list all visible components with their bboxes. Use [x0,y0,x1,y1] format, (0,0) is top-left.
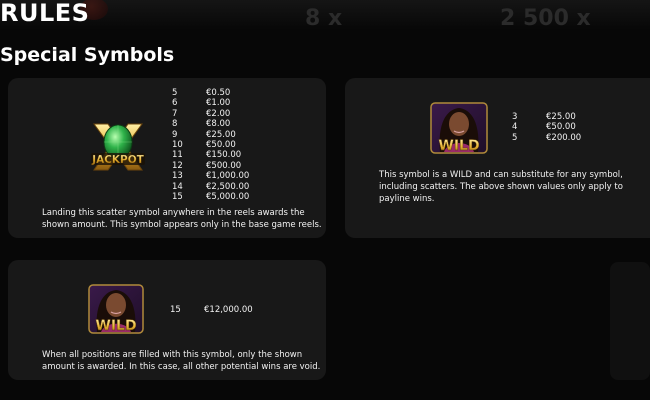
paytable-count: 15 [170,305,181,315]
paytable-value: €50.00 [546,122,576,133]
symbol-card-wild-full: WILD 15 €12,000.00 When all positions are… [8,260,326,380]
background-multiplier-1: 8 x [305,6,343,31]
paytable-jackpot: 5 €0.50 6 €1.00 7 €2.00 8 €8.00 9 €25.00 10 €5… [172,88,249,202]
paytable-row: 11 €150.00 [172,150,249,160]
paytable-row: 13 €1,000.00 [172,171,249,181]
paytable-count: 4 [512,122,518,133]
paytable-value: €500.00 [206,160,242,171]
paytable-row: 5 €200.00 [512,133,581,143]
paytable-count: 12 [172,160,183,171]
paytable-count: 7 [172,108,178,119]
paytable-count: 13 [172,171,183,182]
paytable-value: €25.00 [206,129,236,140]
paytable-count: 3 [512,112,518,122]
paytable-row: 15 €5,000.00 [172,192,249,202]
symbol-card-wild: WILD 3 €25.00 4 €50.00 5 €200.00 This symbo… [345,78,650,238]
paytable-row: 8 €8.00 [172,119,249,129]
paytable-value: €50.00 [206,140,236,151]
paytable-row: 15 €12,000.00 [170,305,253,315]
paytable-value: €0.50 [206,88,231,98]
jackpot-symbol-icon: JACKPOT [91,123,145,171]
symbol-description: This symbol is a WILD and can substitute… [379,170,623,204]
paytable-count: 8 [172,119,178,130]
paytable-value: €1,000.00 [206,171,250,182]
svg-text:JACKPOT: JACKPOT [91,154,144,166]
paytable-row: 7 €2.00 [172,109,249,119]
paytable-row: 5 €0.50 [172,88,249,98]
paytable-row: 10 €50.00 [172,140,249,150]
svg-text:WILD: WILD [438,138,479,154]
paytable-value: €12,000.00 [204,305,253,315]
paytable-value: €2,500.00 [206,181,250,192]
paytable-count: 9 [172,129,178,140]
paytable-value: €1.00 [206,98,231,109]
paytable-value: €8.00 [206,119,231,130]
symbol-description: When all positions are filled with this … [42,350,321,372]
symbol-card-jackpot: JACKPOT 5 €0.50 6 €1.00 7 €2.00 8 €8.00 9 €25… [8,78,326,238]
paytable-value: €2.00 [206,108,231,119]
wild-symbol-icon: WILD [88,284,144,334]
paytable-row: 12 €500.00 [172,161,249,171]
paytable-count: 14 [172,181,183,192]
paytable-wild-full: 15 €12,000.00 [170,305,253,315]
paytable-row: 6 €1.00 [172,98,249,108]
background-panel [610,262,650,380]
background-game-header: 8 x 2 500 x [0,0,650,31]
paytable-row: 14 €2,500.00 [172,182,249,192]
paytable-count: 10 [172,140,183,151]
paytable-wild: 3 €25.00 4 €50.00 5 €200.00 [512,112,581,143]
paytable-value: €25.00 [546,112,576,122]
section-title: Special Symbols [0,44,175,66]
background-multiplier-2: 2 500 x [500,6,591,31]
paytable-value: €150.00 [206,150,242,161]
paytable-value: €200.00 [546,132,582,143]
paytable-count: 5 [172,88,178,98]
paytable-count: 15 [172,192,183,203]
wild-symbol-icon: WILD [430,102,488,154]
paytable-value: €5,000.00 [206,192,250,203]
paytable-count: 6 [172,98,178,109]
paytable-count: 11 [172,150,183,161]
paytable-row: 3 €25.00 [512,112,581,122]
paytable-row: 9 €25.00 [172,130,249,140]
page-title: RULES [0,0,90,27]
paytable-count: 5 [512,132,518,143]
paytable-row: 4 €50.00 [512,122,581,132]
svg-text:WILD: WILD [95,318,136,334]
symbol-description: Landing this scatter symbol anywhere in … [42,208,322,230]
